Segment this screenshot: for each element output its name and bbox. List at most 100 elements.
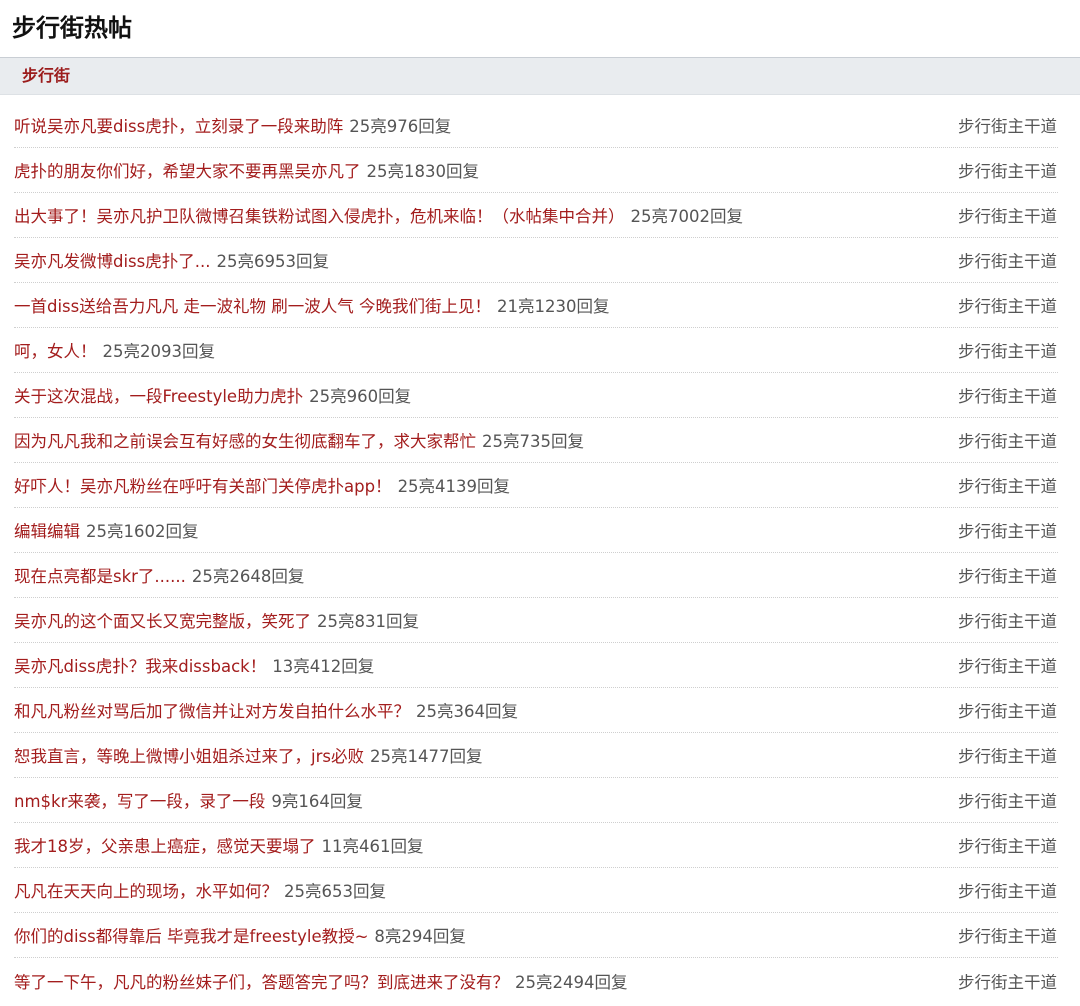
board-link[interactable]: 步行街主干道: [958, 563, 1058, 587]
post-row: 好吓人！吴亦凡粉丝在呼吁有关部门关停虎扑app！ 25亮4139回复 步行街主干道: [14, 463, 1058, 508]
post-row: 凡凡在天天向上的现场，水平如何？ 25亮653回复 步行街主干道: [14, 868, 1058, 913]
post-title-link[interactable]: 吴亦凡diss虎扑？我来dissback！: [14, 657, 266, 676]
post-info: 因为凡凡我和之前误会互有好感的女生彻底翻车了，求大家帮忙 25亮735回复: [14, 428, 584, 452]
post-row: 吴亦凡发微博diss虎扑了... 25亮6953回复 步行街主干道: [14, 238, 1058, 283]
post-info: 好吓人！吴亦凡粉丝在呼吁有关部门关停虎扑app！ 25亮4139回复: [14, 473, 510, 497]
post-info: 出大事了！吴亦凡护卫队微博召集铁粉试图入侵虎扑，危机来临！（水帖集中合并） 25亮…: [14, 203, 743, 227]
post-stats: 25亮6953回复: [216, 252, 330, 271]
post-info: 凡凡在天天向上的现场，水平如何？ 25亮653回复: [14, 878, 386, 902]
post-title-link[interactable]: 和凡凡粉丝对骂后加了微信并让对方发自拍什么水平？: [14, 702, 410, 721]
page-title: 步行街热帖: [12, 14, 132, 42]
board-link[interactable]: 步行街主干道: [958, 113, 1058, 137]
post-row: 现在点亮都是skr了...... 25亮2648回复 步行街主干道: [14, 553, 1058, 598]
post-stats: 25亮7002回复: [630, 207, 744, 226]
post-stats: 11亮461回复: [321, 837, 424, 856]
post-title-link[interactable]: 听说吴亦凡要diss虎扑，立刻录了一段来助阵: [14, 117, 343, 136]
post-row: nm$kr来袭，写了一段，录了一段 9亮164回复 步行街主干道: [14, 778, 1058, 823]
post-stats: 8亮294回复: [374, 927, 466, 946]
post-title-link[interactable]: 恕我直言，等晚上微博小姐姐杀过来了，jrs必败: [14, 747, 364, 766]
board-link[interactable]: 步行街主干道: [958, 878, 1058, 902]
post-title-link[interactable]: 编辑编辑: [14, 522, 80, 541]
post-stats: 25亮4139回复: [397, 477, 511, 496]
post-title-link[interactable]: 关于这次混战，一段Freestyle助力虎扑: [14, 387, 303, 406]
section-header: 步行街: [0, 57, 1080, 95]
post-title-link[interactable]: 出大事了！吴亦凡护卫队微博召集铁粉试图入侵虎扑，危机来临！（水帖集中合并）: [14, 207, 625, 226]
board-link[interactable]: 步行街主干道: [958, 923, 1058, 947]
post-info: nm$kr来袭，写了一段，录了一段 9亮164回复: [14, 788, 363, 812]
post-stats: 25亮1602回复: [86, 522, 199, 541]
post-stats: 25亮2494回复: [515, 972, 628, 992]
board-link[interactable]: 步行街主干道: [958, 473, 1058, 497]
board-link[interactable]: 步行街主干道: [958, 653, 1058, 677]
post-row: 恕我直言，等晚上微博小姐姐杀过来了，jrs必败 25亮1477回复 步行街主干道: [14, 733, 1058, 778]
post-row: 出大事了！吴亦凡护卫队微博召集铁粉试图入侵虎扑，危机来临！（水帖集中合并） 25亮…: [14, 193, 1058, 238]
post-title-link[interactable]: 虎扑的朋友你们好，希望大家不要再黑吴亦凡了: [14, 162, 361, 181]
board-link[interactable]: 步行街主干道: [958, 428, 1058, 452]
post-row: 你们的diss都得靠后 毕竟我才是freestyle教授~ 8亮294回复 步行街主…: [14, 913, 1058, 958]
post-title-link[interactable]: 吴亦凡的这个面又长又宽完整版，笑死了: [14, 612, 311, 631]
board-link[interactable]: 步行街主干道: [958, 518, 1058, 542]
board-link[interactable]: 步行街主干道: [958, 743, 1058, 767]
board-link[interactable]: 步行街主干道: [958, 698, 1058, 722]
post-info: 我才18岁，父亲患上癌症，感觉天要塌了 11亮461回复: [14, 833, 424, 857]
post-info: 吴亦凡的这个面又长又宽完整版，笑死了 25亮831回复: [14, 608, 419, 632]
post-title-link[interactable]: 好吓人！吴亦凡粉丝在呼吁有关部门关停虎扑app！: [14, 477, 392, 496]
post-row: 编辑编辑 25亮1602回复 步行街主干道: [14, 508, 1058, 553]
post-info: 你们的diss都得靠后 毕竟我才是freestyle教授~ 8亮294回复: [14, 923, 466, 947]
post-row: 和凡凡粉丝对骂后加了微信并让对方发自拍什么水平？ 25亮364回复 步行街主干道: [14, 688, 1058, 733]
post-stats: 25亮1830回复: [366, 162, 480, 181]
post-info: 恕我直言，等晚上微博小姐姐杀过来了，jrs必败 25亮1477回复: [14, 743, 482, 767]
post-stats: 21亮1230回复: [497, 297, 610, 316]
post-stats: 25亮2648回复: [191, 567, 305, 586]
board-link[interactable]: 步行街主干道: [958, 338, 1058, 362]
post-title-link[interactable]: 一首diss送给吾力凡凡 走一波礼物 刷一波人气 今晚我们街上见！: [14, 297, 491, 316]
post-info: 呵，女人！ 25亮2093回复: [14, 338, 215, 362]
post-stats: 25亮960回复: [309, 387, 412, 406]
post-stats: 25亮976回复: [349, 117, 452, 136]
board-link[interactable]: 步行街主干道: [958, 383, 1058, 407]
post-info: 听说吴亦凡要diss虎扑，立刻录了一段来助阵 25亮976回复: [14, 113, 451, 137]
post-title-link[interactable]: 你们的diss都得靠后 毕竟我才是freestyle教授~: [14, 927, 368, 946]
post-stats: 25亮735回复: [482, 432, 584, 451]
post-stats: 9亮164回复: [271, 792, 363, 811]
post-info: 吴亦凡发微博diss虎扑了... 25亮6953回复: [14, 248, 329, 272]
post-row: 关于这次混战，一段Freestyle助力虎扑 25亮960回复 步行街主干道: [14, 373, 1058, 418]
board-link[interactable]: 步行街主干道: [958, 248, 1058, 272]
post-stats: 25亮2093回复: [102, 342, 216, 361]
post-stats: 13亮412回复: [272, 657, 375, 676]
post-title-link[interactable]: 吴亦凡发微博diss虎扑了...: [14, 252, 211, 271]
post-row: 呵，女人！ 25亮2093回复 步行街主干道: [14, 328, 1058, 373]
post-stats: 25亮364回复: [416, 702, 518, 721]
post-title-link[interactable]: nm$kr来袭，写了一段，录了一段: [14, 792, 265, 811]
post-title-link[interactable]: 呵，女人！: [14, 342, 97, 361]
post-title-link[interactable]: 现在点亮都是skr了......: [14, 567, 186, 586]
post-row: 因为凡凡我和之前误会互有好感的女生彻底翻车了，求大家帮忙 25亮735回复 步行街主…: [14, 418, 1058, 463]
board-link[interactable]: 步行街主干道: [958, 608, 1058, 632]
post-title-link[interactable]: 凡凡在天天向上的现场，水平如何？: [14, 882, 278, 901]
post-row: 吴亦凡的这个面又长又宽完整版，笑死了 25亮831回复 步行街主干道: [14, 598, 1058, 643]
post-info: 关于这次混战，一段Freestyle助力虎扑 25亮960回复: [14, 383, 411, 407]
post-info: 等了一下午，凡凡的粉丝妹子们，答题答完了吗？到底进来了没有？ 25亮2494回复: [14, 969, 628, 993]
post-row: 等了一下午，凡凡的粉丝妹子们，答题答完了吗？到底进来了没有？ 25亮2494回复 步…: [14, 958, 1058, 1003]
post-stats: 25亮1477回复: [369, 747, 483, 766]
post-info: 一首diss送给吾力凡凡 走一波礼物 刷一波人气 今晚我们街上见！ 21亮1230…: [14, 293, 610, 317]
board-link[interactable]: 步行街主干道: [958, 203, 1058, 227]
post-info: 和凡凡粉丝对骂后加了微信并让对方发自拍什么水平？ 25亮364回复: [14, 698, 518, 722]
post-row: 虎扑的朋友你们好，希望大家不要再黑吴亦凡了 25亮1830回复 步行街主干道: [14, 148, 1058, 193]
post-title-link[interactable]: 等了一下午，凡凡的粉丝妹子们，答题答完了吗？到底进来了没有？: [14, 973, 509, 992]
board-link[interactable]: 步行街主干道: [958, 833, 1058, 857]
post-row: 吴亦凡diss虎扑？我来dissback！ 13亮412回复 步行街主干道: [14, 643, 1058, 688]
post-list: 听说吴亦凡要diss虎扑，立刻录了一段来助阵 25亮976回复 步行街主干道 虎扑的朋…: [14, 103, 1058, 1003]
post-info: 现在点亮都是skr了...... 25亮2648回复: [14, 563, 304, 587]
board-link[interactable]: 步行街主干道: [958, 158, 1058, 182]
board-link[interactable]: 步行街主干道: [958, 969, 1058, 993]
post-stats: 25亮653回复: [284, 882, 386, 901]
post-title-link[interactable]: 因为凡凡我和之前误会互有好感的女生彻底翻车了，求大家帮忙: [14, 432, 476, 451]
post-stats: 25亮831回复: [317, 612, 419, 631]
post-row: 听说吴亦凡要diss虎扑，立刻录了一段来助阵 25亮976回复 步行街主干道: [14, 103, 1058, 148]
post-info: 虎扑的朋友你们好，希望大家不要再黑吴亦凡了 25亮1830回复: [14, 158, 479, 182]
board-link[interactable]: 步行街主干道: [958, 788, 1058, 812]
post-row: 我才18岁，父亲患上癌症，感觉天要塌了 11亮461回复 步行街主干道: [14, 823, 1058, 868]
board-link[interactable]: 步行街主干道: [958, 293, 1058, 317]
post-title-link[interactable]: 我才18岁，父亲患上癌症，感觉天要塌了: [14, 837, 316, 856]
